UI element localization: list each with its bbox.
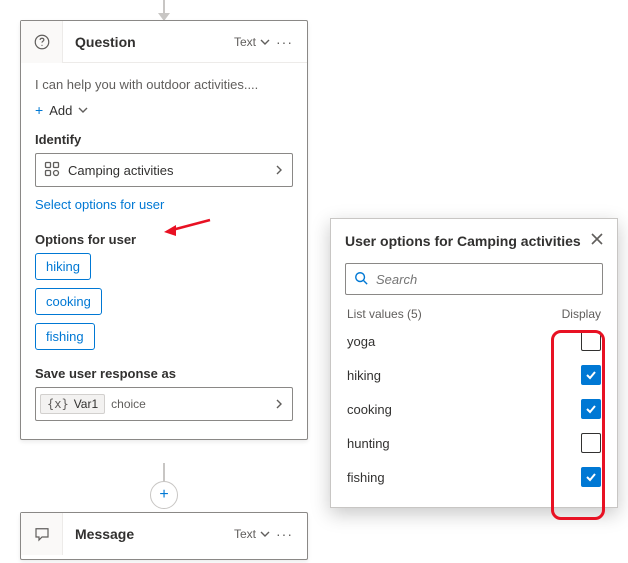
chevron-down-icon [78, 105, 88, 115]
identify-value: Camping activities [68, 163, 266, 178]
chevron-down-icon[interactable] [260, 529, 270, 539]
option-label: cooking [347, 402, 392, 417]
card-header: Question Text ··· [21, 21, 307, 63]
more-menu-icon[interactable]: ··· [270, 526, 299, 542]
option-chip[interactable]: fishing [35, 323, 95, 350]
variable-field[interactable]: {x} Var1 choice [35, 387, 293, 421]
option-row: hunting [345, 433, 603, 453]
option-row: cooking [345, 399, 603, 419]
card-title: Question [63, 34, 234, 50]
add-button[interactable]: + Add [35, 102, 293, 118]
identify-label: Identify [35, 132, 293, 147]
options-label: Options for user [35, 232, 293, 247]
chevron-down-icon[interactable] [260, 37, 270, 47]
identify-field[interactable]: Camping activities [35, 153, 293, 187]
option-chip[interactable]: cooking [35, 288, 102, 315]
close-icon[interactable] [591, 233, 603, 248]
variable-name: Var1 [74, 397, 98, 411]
search-icon [354, 271, 368, 288]
add-label: Add [49, 103, 72, 118]
popup-title: User options for Camping activities [345, 233, 581, 249]
option-row: hiking [345, 365, 603, 385]
option-label: hunting [347, 436, 390, 451]
plus-icon: + [35, 102, 43, 118]
card-header: Message Text ··· [21, 513, 307, 555]
display-checkbox[interactable] [581, 467, 601, 487]
add-node-button[interactable]: + [150, 481, 178, 509]
option-label: hiking [347, 368, 381, 383]
list-values-header: List values (5) [347, 307, 422, 321]
more-menu-icon[interactable]: ··· [270, 34, 299, 50]
card-title: Message [63, 526, 234, 542]
variable-badge: {x} Var1 [40, 394, 105, 414]
question-node-card[interactable]: Question Text ··· I can help you with ou… [20, 20, 308, 440]
option-row: yoga [345, 331, 603, 351]
select-options-link[interactable]: Select options for user [35, 197, 164, 212]
search-field[interactable] [374, 271, 594, 288]
chevron-right-icon [274, 165, 284, 175]
display-checkbox[interactable] [581, 399, 601, 419]
question-icon [21, 21, 63, 63]
entity-icon [44, 161, 60, 180]
user-options-popup: User options for Camping activities List… [330, 218, 618, 508]
message-preview[interactable]: I can help you with outdoor activities..… [35, 77, 293, 92]
option-label: yoga [347, 334, 375, 349]
message-icon [21, 513, 63, 555]
message-node-card[interactable]: Message Text ··· [20, 512, 308, 560]
search-input[interactable] [345, 263, 603, 295]
display-checkbox[interactable] [581, 433, 601, 453]
save-response-label: Save user response as [35, 366, 293, 381]
variable-type: choice [111, 397, 146, 411]
display-checkbox[interactable] [581, 365, 601, 385]
card-body: I can help you with outdoor activities..… [21, 63, 307, 439]
display-checkbox[interactable] [581, 331, 601, 351]
option-chip[interactable]: hiking [35, 253, 91, 280]
option-row: fishing [345, 467, 603, 487]
output-type-label[interactable]: Text [234, 527, 260, 541]
variable-icon: {x} [47, 397, 69, 411]
option-chip-list: hiking cooking fishing [35, 253, 293, 350]
chevron-right-icon [274, 399, 284, 409]
option-list: yoga hiking cooking hunting fishing [345, 331, 603, 487]
output-type-label[interactable]: Text [234, 35, 260, 49]
display-header: Display [562, 307, 601, 321]
option-label: fishing [347, 470, 385, 485]
